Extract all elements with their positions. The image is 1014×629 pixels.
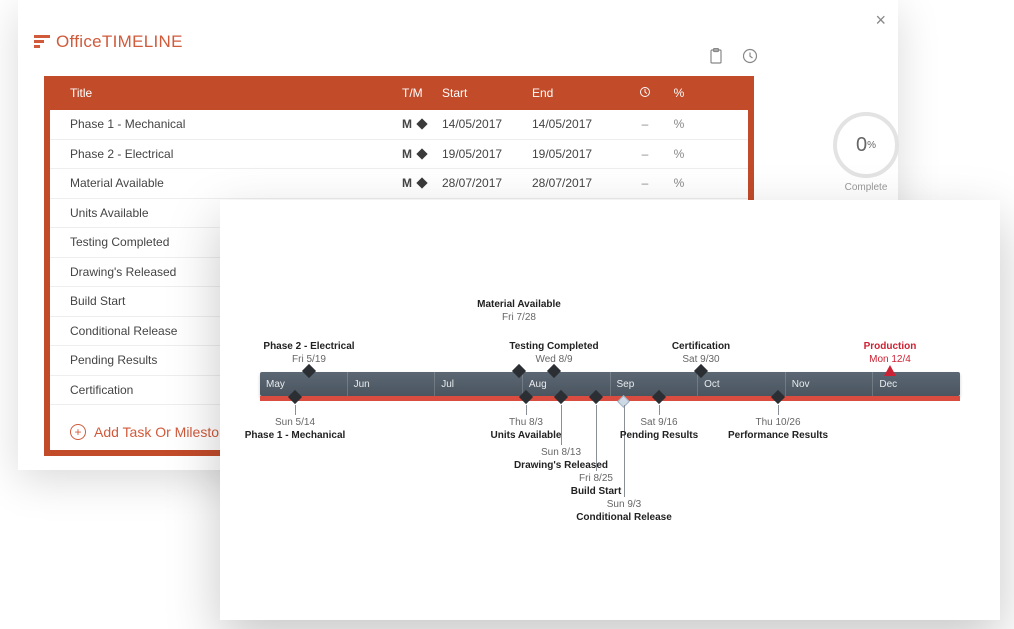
cell-title: Phase 2 - Electrical	[62, 147, 402, 161]
milestone-title: Certification	[631, 341, 771, 354]
cell-start: 19/05/2017	[442, 147, 532, 161]
month-label: Jul	[435, 372, 523, 396]
milestone-title: Drawing's Released	[491, 460, 631, 473]
milestone-title: Conditional Release	[554, 512, 694, 525]
month-label: Oct	[698, 372, 786, 396]
app-title: OfficeTIMELINE	[56, 32, 183, 52]
cell-end: 14/05/2017	[532, 117, 628, 131]
milestone-icon	[416, 148, 427, 159]
month-label: Sep	[611, 372, 699, 396]
timeline-canvas[interactable]: MayJunJulAugSepOctNovDec Phase 2 - Elect…	[260, 300, 960, 560]
add-task-label: Add Task Or Milestone	[94, 424, 235, 440]
cell-duration: –	[628, 176, 662, 190]
col-percent[interactable]: %	[662, 86, 696, 100]
connector	[659, 405, 660, 415]
milestone-title: Phase 1 - Mechanical	[225, 430, 365, 443]
table-row[interactable]: Phase 1 - MechanicalM14/05/201714/05/201…	[50, 110, 748, 140]
month-label: Jun	[348, 372, 436, 396]
app-bar: × OfficeTIMELINE	[18, 0, 898, 76]
timeline-stripe	[260, 396, 960, 401]
milestone[interactable]: ProductionMon 12/4	[820, 341, 960, 370]
cell-duration: –	[628, 147, 662, 161]
col-end[interactable]: End	[532, 86, 628, 100]
history-icon[interactable]	[742, 48, 758, 64]
milestone-date: Sun 8/13	[491, 447, 631, 460]
cell-percent: %	[662, 176, 696, 190]
milestone-date: Thu 10/26	[708, 417, 848, 430]
milestone[interactable]: Material AvailableFri 7/28	[449, 299, 589, 328]
cell-percent: %	[662, 117, 696, 131]
col-start[interactable]: Start	[442, 86, 532, 100]
close-icon[interactable]: ×	[875, 10, 886, 31]
plus-icon: +	[70, 424, 86, 440]
milestone-title: Production	[820, 341, 960, 354]
timeline-preview: MayJunJulAugSepOctNovDec Phase 2 - Elect…	[220, 200, 1000, 620]
milestone-title: Build Start	[526, 486, 666, 499]
milestone-title: Phase 2 - Electrical	[239, 341, 379, 354]
progress-value: 0	[856, 134, 867, 157]
cell-start: 14/05/2017	[442, 117, 532, 131]
logo-icon	[34, 35, 50, 49]
col-tm[interactable]: T/M	[402, 86, 442, 100]
cell-title: Phase 1 - Mechanical	[62, 117, 402, 131]
connector	[526, 405, 527, 415]
milestone-title: Units Available	[456, 430, 596, 443]
progress-ring: 0%	[833, 112, 899, 178]
diamond-icon	[884, 365, 896, 376]
cell-end: 19/05/2017	[532, 147, 628, 161]
progress-indicator: 0% Complete	[824, 112, 908, 193]
milestone-icon	[416, 119, 427, 130]
toolbar-icons	[708, 48, 758, 64]
milestone[interactable]: CertificationSat 9/30	[631, 341, 771, 370]
connector	[778, 405, 779, 415]
milestone-title: Material Available	[449, 299, 589, 312]
progress-unit: %	[867, 140, 876, 151]
month-band: MayJunJulAugSepOctNovDec	[260, 372, 960, 396]
milestone-date: Thu 8/3	[456, 417, 596, 430]
add-task-button[interactable]: + Add Task Or Milestone	[70, 424, 235, 440]
cell-tm: M	[402, 176, 442, 190]
milestone-date: Fri 8/25	[526, 473, 666, 486]
progress-label: Complete	[824, 182, 908, 193]
milestone[interactable]: Testing CompletedWed 8/9	[484, 341, 624, 370]
col-duration[interactable]	[628, 86, 662, 101]
col-title[interactable]: Title	[62, 86, 402, 100]
table-header: Title T/M Start End %	[50, 76, 748, 110]
connector	[295, 405, 296, 415]
month-label: Nov	[786, 372, 874, 396]
cell-percent: %	[662, 147, 696, 161]
milestone-date: Fri 7/28	[449, 312, 589, 325]
cell-tm: M	[402, 117, 442, 131]
month-label: May	[260, 372, 348, 396]
milestone-icon	[416, 178, 427, 189]
milestone-date: Sun 9/3	[554, 499, 694, 512]
connector	[561, 405, 562, 445]
table-row[interactable]: Material AvailableM28/07/201728/07/2017–…	[50, 169, 748, 199]
milestone-title: Performance Results	[708, 430, 848, 443]
milestone-title: Testing Completed	[484, 341, 624, 354]
milestone-date: Sun 5/14	[225, 417, 365, 430]
cell-title: Material Available	[62, 176, 402, 190]
milestone[interactable]: Phase 2 - ElectricalFri 5/19	[239, 341, 379, 370]
cell-tm: M	[402, 147, 442, 161]
cell-duration: –	[628, 117, 662, 131]
clipboard-icon[interactable]	[708, 48, 724, 64]
cell-start: 28/07/2017	[442, 176, 532, 190]
app-logo: OfficeTIMELINE	[34, 32, 183, 52]
cell-end: 28/07/2017	[532, 176, 628, 190]
table-row[interactable]: Phase 2 - ElectricalM19/05/201719/05/201…	[50, 140, 748, 170]
